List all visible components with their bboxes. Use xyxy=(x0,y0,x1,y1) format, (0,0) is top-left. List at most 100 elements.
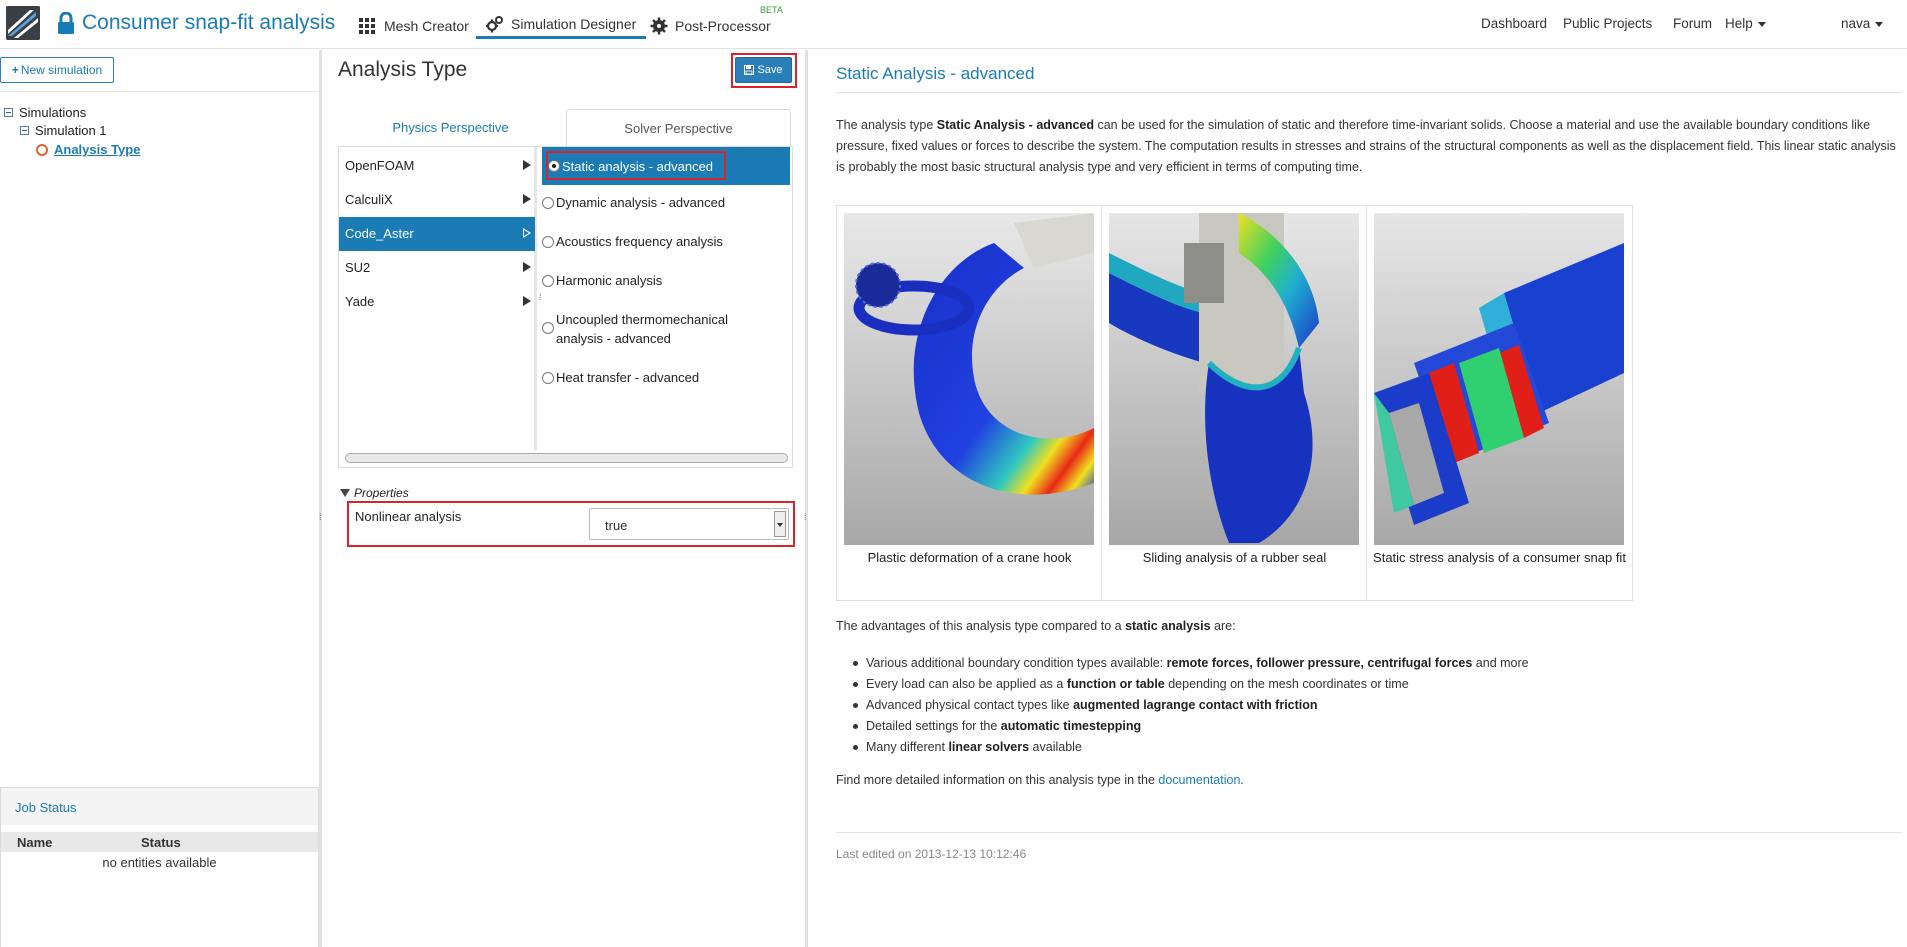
analysis-option-heat-transfer[interactable]: Heat transfer - advanced xyxy=(542,368,790,387)
solver-item-code-aster[interactable]: Code_Aster xyxy=(339,217,535,251)
radio-button[interactable] xyxy=(542,236,554,248)
divider xyxy=(836,92,1902,93)
job-status-panel: Job Status Name Status no entities avail… xyxy=(0,787,319,947)
documentation-link[interactable]: documentation xyxy=(1158,773,1240,787)
solver-item-su2[interactable]: SU2 xyxy=(339,251,535,285)
list-item: Detailed settings for the automatic time… xyxy=(853,716,1529,737)
tab-label: Mesh Creator xyxy=(384,18,469,34)
adv-suffix: are: xyxy=(1210,619,1236,633)
item-bold: automatic timestepping xyxy=(1000,719,1142,733)
analysis-description-panel: Static Analysis - advanced The analysis … xyxy=(811,50,1907,947)
analysis-option-dynamic-advanced[interactable]: Dynamic analysis - advanced xyxy=(542,193,790,212)
solver-label: OpenFOAM xyxy=(345,158,415,173)
top-navbar: Consumer snap-fit analysis Mesh Creator … xyxy=(0,0,1907,49)
description-title: Static Analysis - advanced xyxy=(836,64,1035,83)
advantages-intro: The advantages of this analysis type com… xyxy=(836,619,1236,633)
splitter-handle[interactable]: ⁞ xyxy=(539,292,542,302)
plus-icon: + xyxy=(11,63,19,77)
tree-node-analysis-type[interactable]: Analysis Type xyxy=(36,142,140,157)
radio-button[interactable] xyxy=(542,197,554,209)
tab-label: Simulation Designer xyxy=(511,16,637,32)
solver-selector: OpenFOAM CalculiX Code_Aster SU2 Yade ⁞ … xyxy=(338,146,793,468)
more-suffix: . xyxy=(1240,773,1244,787)
nav-link-dashboard[interactable]: Dashboard xyxy=(1481,16,1547,31)
arrow-right-icon xyxy=(523,296,531,306)
radio-button[interactable] xyxy=(542,372,554,384)
gears-icon xyxy=(486,16,503,33)
new-simulation-label: New simulation xyxy=(20,63,103,77)
item-text: available xyxy=(1029,740,1082,754)
item-text: Detailed settings for the xyxy=(866,719,1001,733)
tab-physics-perspective[interactable]: Physics Perspective xyxy=(338,109,563,146)
chevron-down-icon xyxy=(1757,21,1766,27)
empty-message: no entities available xyxy=(102,855,217,870)
triangle-down-icon xyxy=(340,489,350,497)
item-bold: remote forces, follower pressure, centri… xyxy=(1166,656,1473,670)
save-label: Save xyxy=(757,64,783,76)
status-circle-icon xyxy=(36,143,48,156)
more-prefix: Find more detailed information on this a… xyxy=(836,773,1159,787)
description-text: The analysis type Static Analysis - adva… xyxy=(836,115,1902,178)
analysis-label: Uncoupled thermomechanical analysis - ad… xyxy=(556,312,728,346)
tree-node-simulation-1[interactable]: Simulation 1 xyxy=(20,123,107,138)
radio-button[interactable] xyxy=(542,275,554,287)
help-menu[interactable]: Help xyxy=(1725,16,1766,31)
analysis-label: Harmonic analysis xyxy=(556,273,663,288)
item-bold: function or table xyxy=(1066,677,1165,691)
tab-simulation-designer[interactable]: Simulation Designer xyxy=(476,14,647,39)
solver-label: Code_Aster xyxy=(345,226,414,241)
gallery-item: Plastic deformation of a crane hook xyxy=(837,206,1102,600)
nav-link-public-projects[interactable]: Public Projects xyxy=(1563,16,1652,31)
item-text: Various additional boundary condition ty… xyxy=(866,656,1167,670)
tab-label: Post-Processor xyxy=(675,18,771,34)
last-edited: Last edited on 2013-12-13 10:12:46 xyxy=(836,847,1027,861)
list-item: Many different linear solvers available xyxy=(853,737,1529,758)
save-button[interactable]: Save xyxy=(735,57,792,83)
item-text: and more xyxy=(1472,656,1529,670)
nonlinear-analysis-select[interactable]: true xyxy=(589,508,789,540)
arrow-right-icon xyxy=(523,228,531,238)
tree-node-simulations[interactable]: Simulations xyxy=(4,105,86,120)
solver-item-yade[interactable]: Yade xyxy=(339,285,535,319)
nav-link-forum[interactable]: Forum xyxy=(1673,16,1712,31)
app-logo-icon[interactable] xyxy=(6,6,40,40)
gallery-caption: Sliding analysis of a rubber seal xyxy=(1142,550,1327,565)
tab-solver-perspective[interactable]: Solver Perspective xyxy=(566,109,791,146)
resize-handle[interactable]: ⁞ xyxy=(319,512,322,522)
cog-icon xyxy=(650,17,668,35)
arrow-right-icon xyxy=(523,160,531,170)
resize-handle[interactable]: ⁞ xyxy=(804,512,807,522)
tab-post-processor[interactable]: Post-Processor xyxy=(650,14,771,38)
collapse-icon[interactable] xyxy=(4,108,13,117)
radio-button[interactable] xyxy=(542,322,554,334)
analysis-option-harmonic[interactable]: Harmonic analysis xyxy=(542,271,790,290)
tree-label: Simulation 1 xyxy=(35,123,107,138)
solver-item-openfoam[interactable]: OpenFOAM xyxy=(339,149,535,183)
collapse-icon[interactable] xyxy=(20,126,29,135)
intro-prefix: The analysis type xyxy=(836,118,937,132)
analysis-label: Heat transfer - advanced xyxy=(556,370,700,385)
dropdown-arrow-icon[interactable] xyxy=(774,511,786,537)
horizontal-scrollbar[interactable] xyxy=(345,453,788,463)
column-header-name: Name xyxy=(17,835,53,850)
analysis-option-acoustics[interactable]: Acoustics frequency analysis xyxy=(542,232,790,251)
analysis-label: Acoustics frequency analysis xyxy=(556,234,723,249)
solver-item-calculix[interactable]: CalculiX xyxy=(339,183,535,217)
tree-label: Analysis Type xyxy=(54,142,141,157)
analysis-option-thermomechanical[interactable]: Uncoupled thermomechanical analysis - ad… xyxy=(542,310,742,348)
lock-icon xyxy=(58,12,74,34)
item-text: Advanced physical contact types like xyxy=(866,698,1074,712)
highlight-box xyxy=(546,151,726,180)
tab-mesh-creator[interactable]: Mesh Creator xyxy=(359,14,469,38)
analysis-type-panel: ⁞ Analysis Type Save Physics Perspective… xyxy=(319,50,808,947)
properties-toggle[interactable]: Properties xyxy=(340,486,409,500)
new-simulation-button[interactable]: + New simulation xyxy=(0,57,114,83)
item-text: depending on the mesh coordinates or tim… xyxy=(1164,677,1409,691)
beta-badge: BETA xyxy=(760,5,783,15)
gallery-caption: Static stress analysis of a consumer sna… xyxy=(1373,550,1626,565)
gallery-caption: Plastic deformation of a crane hook xyxy=(867,550,1072,565)
select-value: true xyxy=(605,518,628,533)
user-menu[interactable]: nava xyxy=(1841,16,1884,31)
list-item: Every load can also be applied as a func… xyxy=(853,674,1529,695)
item-bold: linear solvers xyxy=(948,740,1030,754)
